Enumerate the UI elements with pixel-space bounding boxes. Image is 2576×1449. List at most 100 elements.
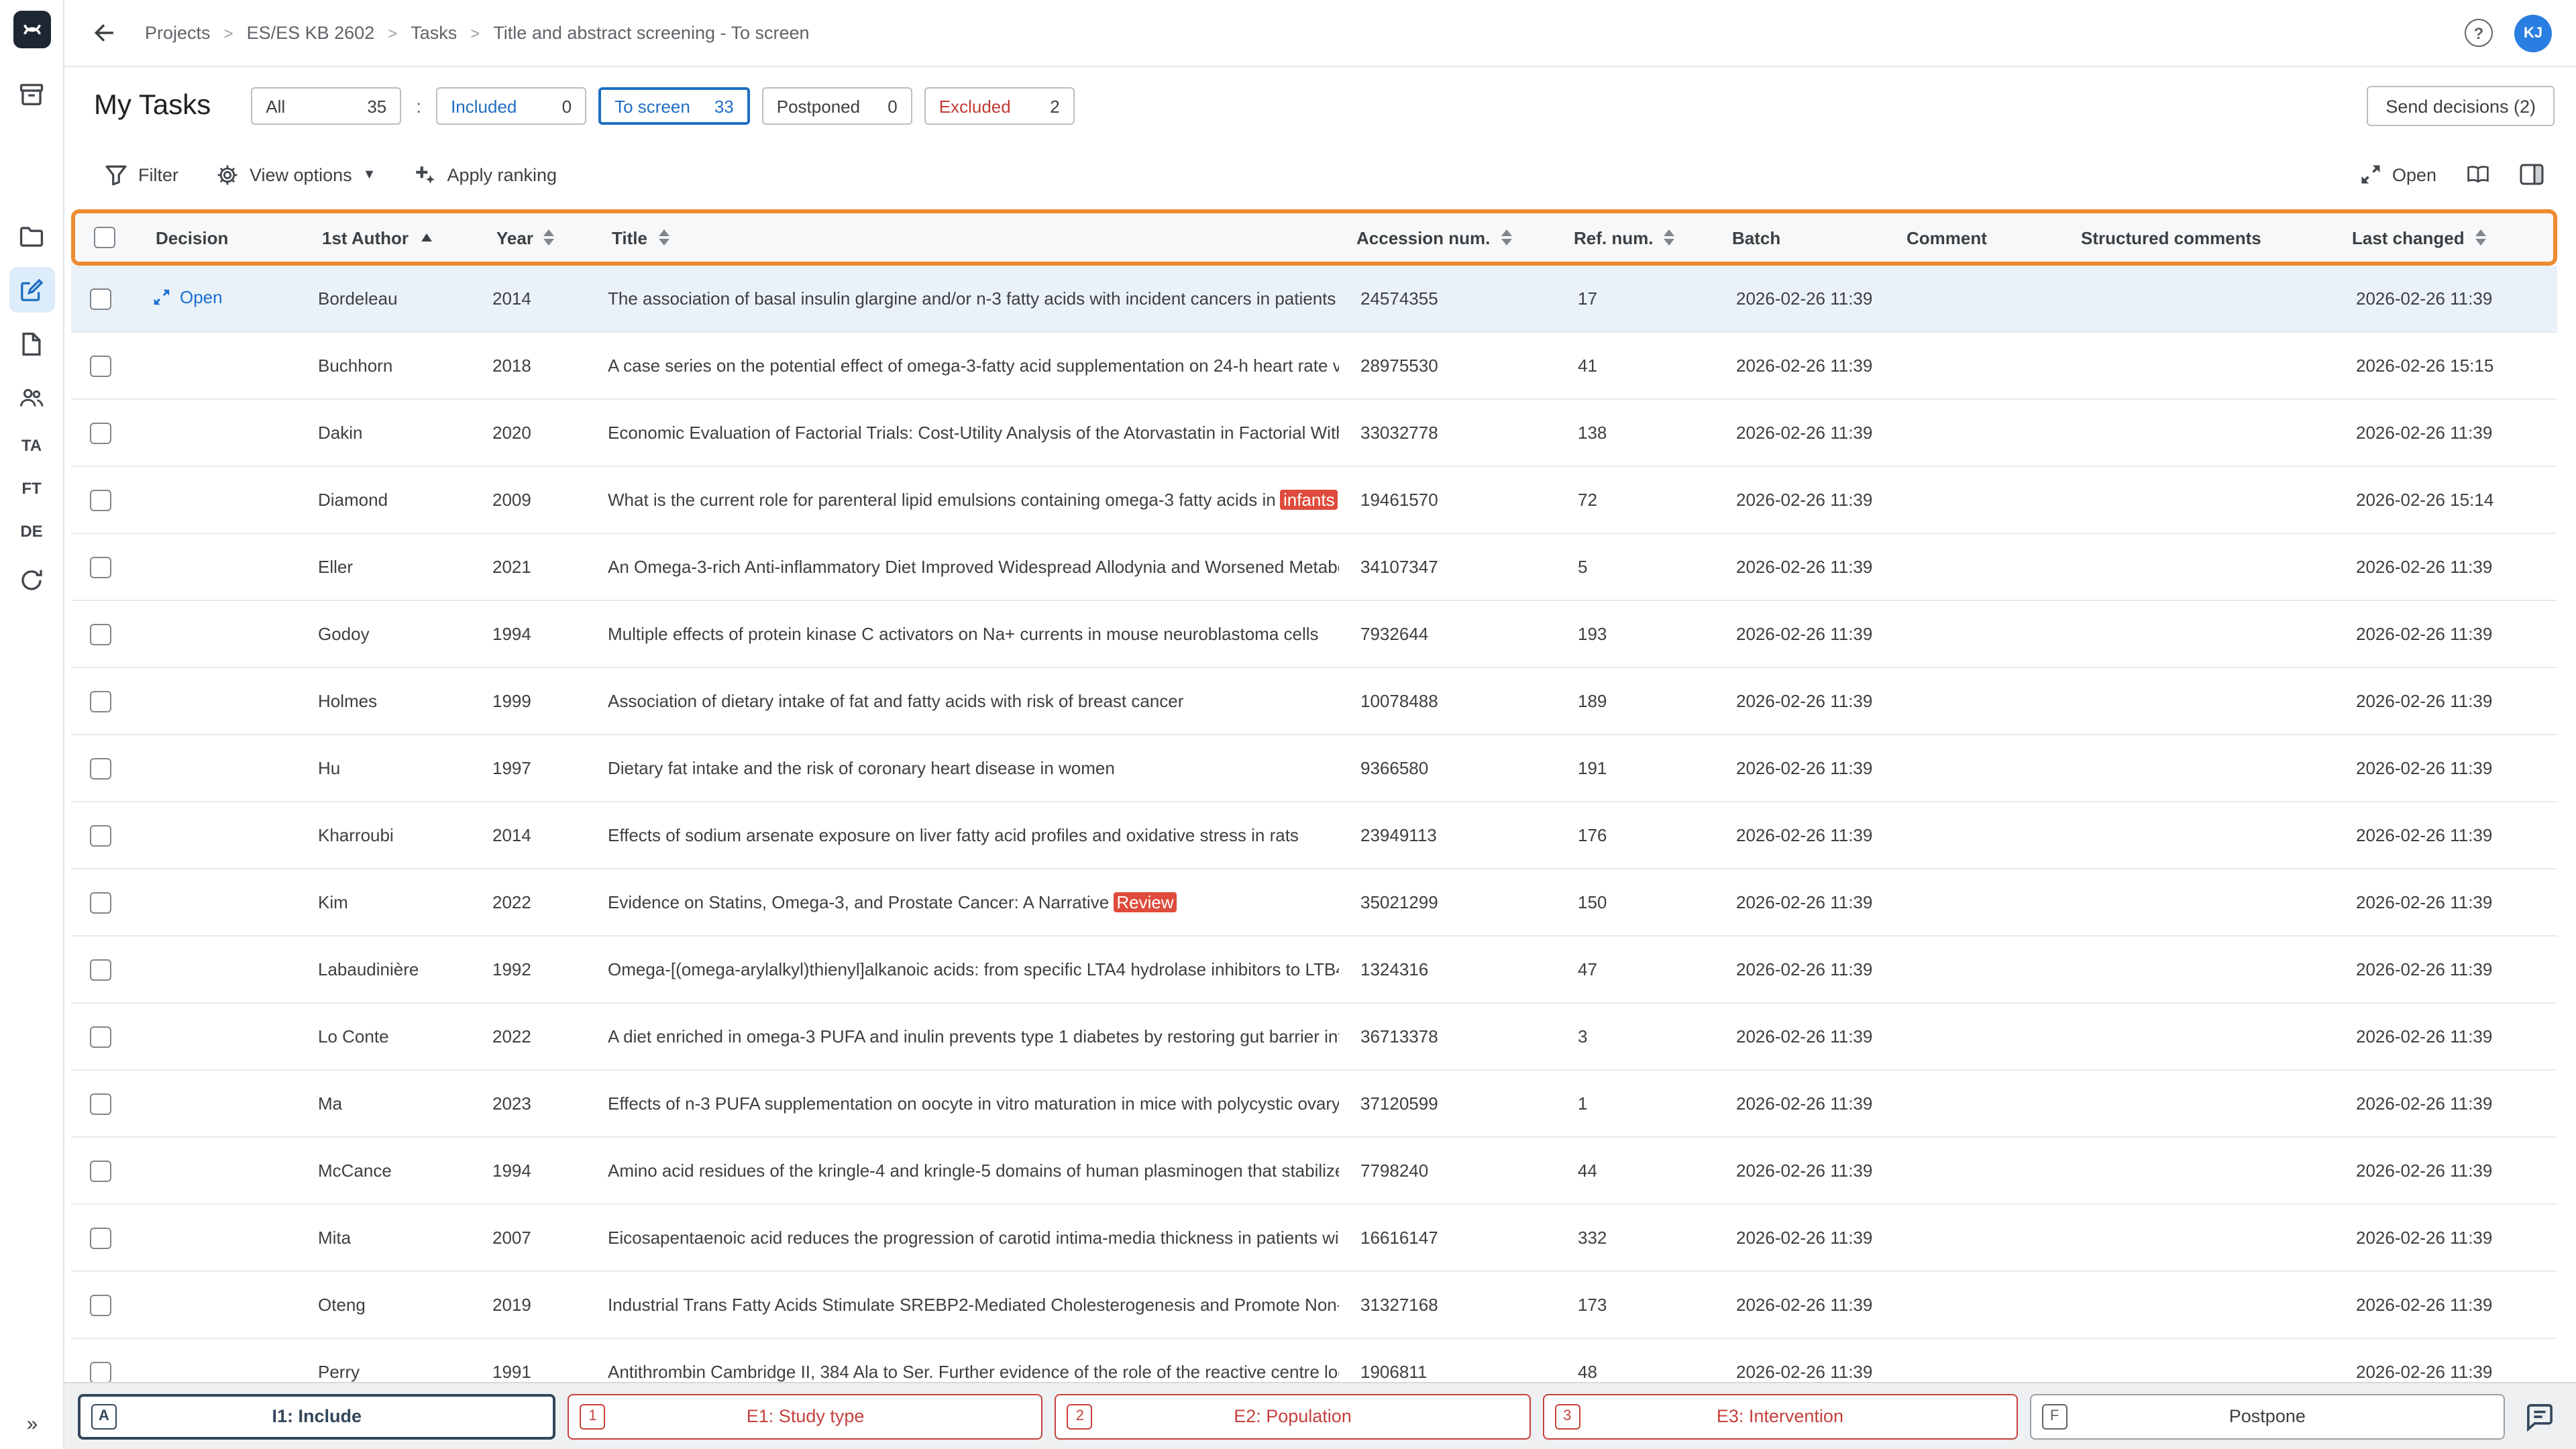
row-checkbox[interactable] bbox=[90, 959, 111, 980]
decision-postpone-button[interactable]: F Postpone bbox=[2029, 1393, 2506, 1439]
row-checkbox[interactable] bbox=[90, 355, 111, 376]
last-changed-cell: 2026-02-26 15:15 bbox=[2356, 356, 2494, 376]
table-row[interactable]: Labaudinière 1992 Omega-[(omega-arylalky… bbox=[71, 936, 2557, 1004]
table-row[interactable]: Holmes 1999 Association of dietary intak… bbox=[71, 668, 2557, 735]
filter-chip-postponed[interactable]: Postponed 0 bbox=[761, 87, 912, 125]
author-cell: Godoy bbox=[318, 624, 370, 644]
back-button[interactable] bbox=[83, 13, 123, 53]
year-cell: 2023 bbox=[492, 1093, 531, 1114]
row-checkbox[interactable] bbox=[90, 1093, 111, 1114]
column-header-ref[interactable]: Ref. num. bbox=[1552, 227, 1711, 248]
filter-chip-excluded[interactable]: Excluded 2 bbox=[924, 87, 1075, 125]
breadcrumb-project[interactable]: ES/ES KB 2602 bbox=[247, 23, 375, 43]
row-checkbox-cell bbox=[71, 623, 130, 645]
row-checkbox[interactable] bbox=[90, 1160, 111, 1181]
table-row[interactable]: Diamond 2009 What is the current role fo… bbox=[71, 467, 2557, 534]
accession-cell: 10078488 bbox=[1360, 691, 1438, 711]
table-row[interactable]: Lo Conte 2022 A diet enriched in omega-3… bbox=[71, 1004, 2557, 1071]
row-checkbox[interactable] bbox=[90, 757, 111, 779]
people-icon[interactable] bbox=[9, 374, 54, 420]
view-options-button[interactable]: View options ▼ bbox=[216, 163, 376, 186]
table-row[interactable]: Hu 1997 Dietary fat intake and the risk … bbox=[71, 735, 2557, 802]
filter-label: Filter bbox=[138, 164, 178, 184]
decision-include-button[interactable]: A I1: Include bbox=[78, 1393, 556, 1439]
year-cell: 1994 bbox=[492, 1161, 531, 1181]
filter-chip-to-screen[interactable]: To screen 33 bbox=[598, 87, 750, 125]
row-checkbox[interactable] bbox=[90, 422, 111, 443]
apply-ranking-button[interactable]: Apply ranking bbox=[413, 163, 557, 186]
send-decisions-button[interactable]: Send decisions (2) bbox=[2367, 86, 2555, 126]
filter-chip-included[interactable]: Included 0 bbox=[436, 87, 587, 125]
table-row[interactable]: Perry 1991 Antithrombin Cambridge II, 38… bbox=[71, 1339, 2557, 1382]
sidebar-expand-button[interactable]: » bbox=[0, 1413, 64, 1436]
sync-icon[interactable] bbox=[9, 557, 54, 602]
last-changed-cell: 2026-02-26 11:39 bbox=[2356, 959, 2493, 979]
document-icon[interactable] bbox=[9, 321, 54, 366]
table-row[interactable]: Eller 2021 An Omega-3-rich Anti-inflamma… bbox=[71, 534, 2557, 601]
sidebar-item-de[interactable]: DE bbox=[20, 510, 42, 553]
table-row[interactable]: Oteng 2019 Industrial Trans Fatty Acids … bbox=[71, 1272, 2557, 1339]
row-checkbox[interactable] bbox=[90, 489, 111, 511]
last-changed-cell: 2026-02-26 11:39 bbox=[2356, 288, 2493, 309]
sidebar-item-ta[interactable]: TA bbox=[21, 424, 42, 467]
author-cell: Dakin bbox=[318, 423, 363, 443]
table-row[interactable]: Open Bordeleau 2014 The association of b… bbox=[71, 266, 2557, 333]
row-checkbox[interactable] bbox=[90, 1227, 111, 1248]
column-header-title[interactable]: Title bbox=[590, 227, 1335, 248]
help-icon[interactable]: ? bbox=[2465, 19, 2493, 47]
open-study-button[interactable]: Open bbox=[2359, 162, 2436, 186]
row-checkbox[interactable] bbox=[90, 288, 111, 309]
table-row[interactable]: Godoy 1994 Multiple effects of protein k… bbox=[71, 601, 2557, 668]
open-study-link[interactable]: Open bbox=[152, 286, 223, 307]
table-row[interactable]: Buchhorn 2018 A case series on the poten… bbox=[71, 333, 2557, 400]
filter-chip-all[interactable]: All 35 bbox=[251, 87, 402, 125]
breadcrumb-tasks[interactable]: Tasks bbox=[411, 23, 457, 43]
table-row[interactable]: Kim 2022 Evidence on Statins, Omega-3, a… bbox=[71, 869, 2557, 936]
table-row[interactable]: Mita 2007 Eicosapentaenoic acid reduces … bbox=[71, 1205, 2557, 1272]
avatar[interactable]: KJ bbox=[2514, 14, 2552, 52]
accession-cell: 1906811 bbox=[1360, 1362, 1428, 1382]
screening-edit-icon[interactable] bbox=[9, 267, 54, 313]
row-checkbox[interactable] bbox=[90, 1026, 111, 1047]
comments-chat-button[interactable] bbox=[2517, 1393, 2563, 1439]
table-row[interactable]: Ma 2023 Effects of n-3 PUFA supplementat… bbox=[71, 1071, 2557, 1138]
year-cell: 2020 bbox=[492, 423, 531, 443]
row-checkbox[interactable] bbox=[90, 556, 111, 578]
logo-icon bbox=[23, 24, 40, 35]
chip-count: 0 bbox=[888, 96, 898, 116]
batch-cell: 2026-02-26 11:39 bbox=[1736, 1228, 1873, 1248]
tasks-header: My Tasks All 35 : Included 0 To screen 3… bbox=[64, 67, 2576, 145]
decision-exclude-intervention-button[interactable]: 3 E3: Intervention bbox=[1542, 1393, 2018, 1439]
table-row[interactable]: Kharroubi 2014 Effects of sodium arsenat… bbox=[71, 802, 2557, 869]
column-header-last-changed[interactable]: Last changed bbox=[2330, 227, 2553, 248]
row-checkbox[interactable] bbox=[90, 1361, 111, 1382]
row-checkbox[interactable] bbox=[90, 1294, 111, 1316]
decision-exclude-population-button[interactable]: 2 E2: Population bbox=[1055, 1393, 1531, 1439]
row-checkbox[interactable] bbox=[90, 623, 111, 645]
title-cell: A case series on the potential effect of… bbox=[608, 356, 1339, 376]
references-book-button[interactable] bbox=[2466, 162, 2490, 186]
last-changed-cell: 2026-02-26 11:39 bbox=[2356, 423, 2493, 443]
row-checkbox[interactable] bbox=[90, 892, 111, 913]
row-checkbox[interactable] bbox=[90, 690, 111, 712]
app-logo[interactable] bbox=[13, 11, 50, 48]
filter-button[interactable]: Filter bbox=[105, 163, 178, 186]
breadcrumb-projects[interactable]: Projects bbox=[145, 23, 211, 43]
column-header-year[interactable]: Year bbox=[475, 227, 590, 248]
table-row[interactable]: Dakin 2020 Economic Evaluation of Factor… bbox=[71, 400, 2557, 467]
side-panel-toggle-button[interactable] bbox=[2520, 162, 2544, 186]
folder-icon[interactable] bbox=[9, 213, 54, 259]
archive-icon[interactable] bbox=[9, 71, 54, 117]
author-cell: McCance bbox=[318, 1161, 392, 1181]
ref-cell: 3 bbox=[1578, 1026, 1588, 1046]
chip-label: To screen bbox=[614, 96, 690, 116]
column-header-accession[interactable]: Accession num. bbox=[1335, 227, 1552, 248]
decision-exclude-study-type-button[interactable]: 1 E1: Study type bbox=[568, 1393, 1043, 1439]
table-row[interactable]: McCance 1994 Amino acid residues of the … bbox=[71, 1138, 2557, 1205]
column-header-author[interactable]: 1st Author bbox=[301, 227, 475, 248]
author-cell: Lo Conte bbox=[318, 1026, 389, 1046]
open-label: Open bbox=[2392, 164, 2436, 184]
row-checkbox[interactable] bbox=[90, 824, 111, 846]
sidebar-item-ft[interactable]: FT bbox=[21, 467, 41, 510]
select-all-checkbox[interactable] bbox=[94, 227, 115, 248]
